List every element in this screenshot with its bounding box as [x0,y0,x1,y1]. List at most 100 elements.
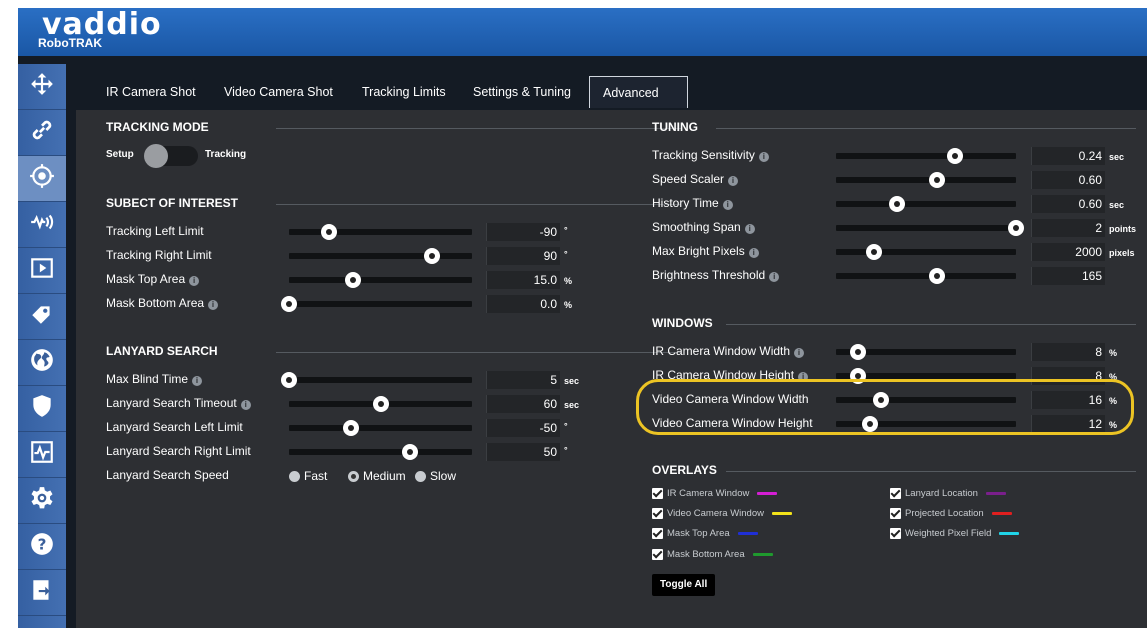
mask-top-area-value[interactable]: 15.0 [486,271,560,289]
smoothing-span-slider-handle[interactable] [1008,220,1024,236]
info-icon[interactable]: i [240,400,251,410]
sidebar-item-tag[interactable] [18,294,66,340]
ir-camera-window-width-slider[interactable] [836,344,1016,360]
tracking-right-limit-slider[interactable] [289,248,472,264]
sidebar-item-audio[interactable] [18,202,66,248]
overlay-checkbox-lanyard-location[interactable]: Lanyard Location [890,488,1006,499]
overlay-color-swatch [752,553,773,556]
checkbox-box[interactable] [890,508,901,519]
radio-dot[interactable] [289,470,300,482]
info-icon[interactable]: i [722,200,733,210]
brightness-threshold-value[interactable]: 165 [1031,267,1105,285]
lanyard-search-right-limit-slider[interactable] [289,444,472,460]
max-blind-time-label: Max Blind Time i [106,372,203,386]
checkbox-box[interactable] [652,549,663,560]
tracking-sensitivity-slider[interactable] [836,148,1016,164]
brightness-threshold-slider[interactable] [836,268,1016,284]
info-icon[interactable]: i [758,152,769,162]
lanyard-search-right-limit-slider-handle[interactable] [401,444,418,460]
checkbox-box[interactable] [652,508,663,519]
mask-top-area-slider-handle[interactable] [345,272,362,288]
tracking-sensitivity-value[interactable]: 0.24 [1031,147,1105,165]
info-icon[interactable]: i [728,176,739,186]
history-time-value[interactable]: 0.60 [1031,195,1105,213]
info-icon[interactable]: i [189,276,200,286]
tab-settings-tuning[interactable]: Settings & Tuning [463,78,581,106]
mask-top-area-slider[interactable] [289,272,472,288]
tracking-mode-toggle-knob[interactable] [144,144,168,168]
ir-camera-window-width-slider-handle[interactable] [849,344,866,360]
info-icon[interactable]: i [748,248,759,258]
tracking-left-limit-slider-handle[interactable] [321,224,338,240]
checkbox-box[interactable] [890,528,901,539]
max-bright-pixels-slider[interactable] [836,244,1016,260]
speed-radio-fast[interactable]: Fast [289,469,327,483]
speed-radio-medium[interactable]: Medium [348,469,406,483]
sidebar-item-help[interactable]: ? [18,524,66,570]
lanyard-search-left-limit-slider[interactable] [289,420,472,436]
overlay-checkbox-weighted-pixel-field[interactable]: Weighted Pixel Field [890,528,1020,539]
mask-bottom-area-slider[interactable] [281,296,472,312]
history-time-slider[interactable] [836,196,1016,212]
sidebar-item-link[interactable] [18,110,66,156]
lanyard-search-left-limit-slider-handle[interactable] [343,420,360,436]
tracking-mode-toggle[interactable] [144,144,198,168]
lanyard-search-right-limit-value[interactable]: 50 [486,443,560,461]
mask-bottom-area-value[interactable]: 0.0 [486,295,560,313]
info-icon[interactable]: i [769,272,780,282]
radio-dot[interactable] [415,470,426,482]
info-icon[interactable]: i [192,376,203,386]
lanyard-search-timeout-value[interactable]: 60 [486,395,560,413]
sidebar-item-move-arrows[interactable] [18,64,66,110]
sidebar-item-globe[interactable] [18,340,66,386]
lanyard-search-timeout-slider[interactable] [289,396,472,412]
overlay-checkbox-projected-location[interactable]: Projected Location [890,508,1012,519]
mask-bottom-area-slider-handle[interactable] [281,296,297,312]
speed-radio-slow[interactable]: Slow [415,469,456,483]
tab-ir-camera-shot[interactable]: IR Camera Shot [96,78,206,106]
lanyard-search-left-limit-value[interactable]: -50 [486,419,560,437]
overlay-checkbox-mask-bottom-area[interactable]: Mask Bottom Area [652,549,773,560]
tab-advanced[interactable]: Advanced [589,76,688,108]
radio-dot[interactable] [348,470,359,482]
tracking-left-limit-slider[interactable] [289,224,472,240]
max-blind-time-slider[interactable] [281,372,472,388]
checkbox-box[interactable] [890,488,901,499]
speed-scaler-slider[interactable] [836,172,1016,188]
info-icon[interactable]: i [794,348,805,358]
speed-scaler-value[interactable]: 0.60 [1031,171,1105,189]
checkbox-box[interactable] [652,528,663,539]
sidebar-item-shield[interactable] [18,386,66,432]
tracking-left-limit-value[interactable]: -90 [486,223,560,241]
tracking-sensitivity-label: Tracking Sensitivity i [652,148,769,162]
smoothing-span-value[interactable]: 2 [1031,219,1105,237]
max-blind-time-value[interactable]: 5 [486,371,560,389]
overlay-checkbox-video-camera-window[interactable]: Video Camera Window [652,508,792,519]
sidebar-item-gear[interactable] [18,478,66,524]
sidebar-item-play[interactable] [18,248,66,294]
sidebar-item-pulse[interactable] [18,432,66,478]
smoothing-span-slider[interactable] [836,220,1024,236]
history-time-slider-handle[interactable] [889,196,906,212]
checkbox-box[interactable] [652,488,663,499]
tab-tracking-limits[interactable]: Tracking Limits [352,78,456,106]
ir-camera-window-width-value[interactable]: 8 [1031,343,1105,361]
max-bright-pixels-value[interactable]: 2000 [1031,243,1105,261]
sidebar-item-export[interactable] [18,570,66,616]
sidebar-item-target[interactable] [18,156,66,202]
lanyard-search-timeout-slider-handle[interactable] [372,396,389,412]
max-bright-pixels-slider-handle[interactable] [865,244,882,260]
info-icon[interactable]: i [744,224,755,234]
mask-bottom-area-unit: % [564,300,573,310]
max-blind-time-slider-handle[interactable] [281,372,297,388]
tracking-right-limit-slider-handle[interactable] [423,248,440,264]
tracking-right-limit-value[interactable]: 90 [486,247,560,265]
overlay-checkbox-ir-camera-window[interactable]: IR Camera Window [652,488,778,499]
toggle-all-button[interactable]: Toggle All [652,574,716,596]
brightness-threshold-slider-handle[interactable] [928,268,945,284]
overlay-checkbox-mask-top-area[interactable]: Mask Top Area [652,528,758,539]
speed-scaler-slider-handle[interactable] [928,172,945,188]
info-icon[interactable]: i [208,300,219,310]
tab-video-camera-shot[interactable]: Video Camera Shot [214,78,343,106]
tracking-sensitivity-slider-handle[interactable] [946,148,963,164]
